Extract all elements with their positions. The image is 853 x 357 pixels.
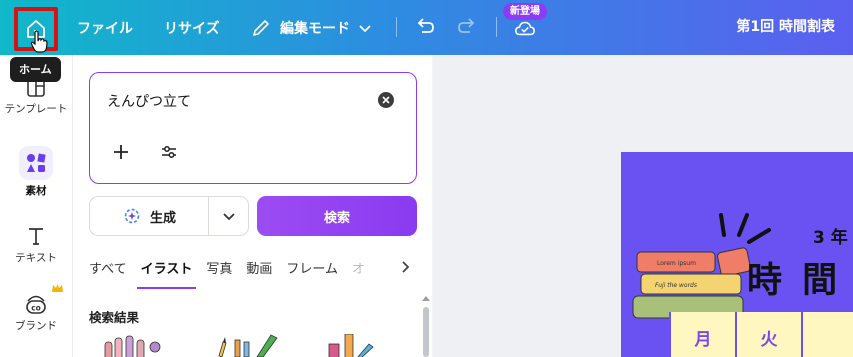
scroll-thumb[interactable]: [423, 307, 429, 357]
edit-mode-dropdown[interactable]: 編集モード: [251, 0, 372, 55]
pencils-ruler-illustration: [218, 334, 278, 357]
tab-frames[interactable]: フレーム: [286, 251, 338, 289]
clear-search-button[interactable]: [378, 92, 394, 108]
search-box[interactable]: えんぴつ立て: [89, 72, 417, 184]
result-thumbnail[interactable]: [213, 334, 283, 357]
rail-item-templates[interactable]: テンプレート: [0, 78, 72, 116]
cloud-check-icon: [515, 21, 535, 36]
schedule-title: 時 間: [747, 261, 842, 301]
home-tooltip: ホーム: [10, 57, 61, 82]
menu-resize[interactable]: リサイズ: [164, 0, 220, 55]
day-cell: [801, 312, 853, 357]
plus-icon[interactable]: [112, 143, 130, 161]
rail-item-label: ブランド: [15, 320, 57, 332]
schedule-header-row: 月 火: [669, 312, 853, 357]
chevron-down-icon: [359, 24, 371, 32]
result-thumbnail[interactable]: [99, 334, 167, 357]
divider: [396, 17, 397, 37]
rail-item-label: テンプレート: [4, 103, 68, 115]
text-icon: [29, 228, 43, 245]
rail-item-brand[interactable]: co ブランド: [0, 284, 72, 333]
result-tabs: すべて イラスト 写真 動画 フレーム オ: [89, 251, 419, 289]
search-input[interactable]: えんぴつ立て: [107, 91, 191, 111]
search-button[interactable]: 検索: [257, 196, 417, 236]
book-label: Lorem ipsum: [657, 260, 696, 267]
generate-options-button[interactable]: [209, 197, 248, 235]
tab-videos[interactable]: 動画: [246, 251, 272, 289]
generate-button-group: 生成: [89, 196, 249, 236]
redo-button[interactable]: [456, 15, 478, 37]
crown-icon: [52, 284, 63, 292]
day-cell-tue: 火: [735, 312, 801, 357]
redo-icon: [458, 18, 475, 33]
day-cell-mon: 月: [669, 312, 735, 357]
elements-icon: [19, 146, 53, 180]
left-rail: テンプレート 素材 テキスト co ブランド: [0, 55, 72, 357]
chevron-down-icon: [222, 213, 235, 221]
pencil-cup-illustration: [104, 335, 161, 357]
generate-label: 生成: [149, 210, 176, 226]
design-page[interactable]: Lorem ipsum Fuji the words 3 年 時 間 月 火: [621, 152, 853, 357]
cloud-save-button[interactable]: [514, 17, 536, 39]
book-label: Fuji the words: [655, 282, 697, 289]
result-thumbnail[interactable]: [323, 334, 385, 357]
elements-panel: えんぴつ立て 生成 検索 すべて イラスト 写真 動画 フレーム オ 検索結果: [72, 55, 432, 357]
svg-text:co: co: [31, 304, 41, 313]
rail-item-text[interactable]: テキスト: [0, 225, 72, 265]
rail-item-label: テキスト: [15, 252, 57, 264]
tab-illustrations[interactable]: イラスト: [136, 251, 197, 289]
edit-mode-label: 編集モード: [280, 20, 350, 37]
tab-all[interactable]: すべて: [89, 251, 127, 289]
divider: [496, 17, 497, 37]
hand-cursor-icon: [30, 30, 48, 53]
stationery-illustration: [328, 334, 374, 357]
schedule-year: 3 年: [813, 228, 848, 248]
menu-file[interactable]: ファイル: [77, 0, 133, 55]
undo-icon: [417, 18, 434, 33]
top-bar: ファイル リサイズ 編集モード 新登場 第1回 時間割表: [0, 0, 853, 55]
close-icon: [382, 96, 390, 104]
brand-icon: co: [26, 295, 46, 314]
document-title[interactable]: 第1回 時間割表: [736, 0, 835, 55]
rail-item-label: 素材: [25, 185, 47, 197]
design-canvas[interactable]: Lorem ipsum Fuji the words 3 年 時 間 月 火: [433, 55, 853, 357]
scroll-up-arrow-icon: [422, 296, 430, 301]
tab-more[interactable]: オ: [352, 251, 365, 289]
section-title: 検索結果: [89, 310, 140, 325]
chevron-right-icon[interactable]: [399, 260, 411, 274]
undo-button[interactable]: [414, 15, 436, 37]
generate-button[interactable]: 生成: [90, 197, 209, 235]
filter-icon[interactable]: [160, 144, 178, 160]
rail-item-elements[interactable]: 素材: [0, 146, 72, 198]
magic-sparkle-icon: [124, 208, 140, 224]
tab-photos[interactable]: 写真: [206, 251, 232, 289]
pencil-icon: [253, 19, 269, 36]
panel-scrollbar[interactable]: [422, 295, 430, 357]
